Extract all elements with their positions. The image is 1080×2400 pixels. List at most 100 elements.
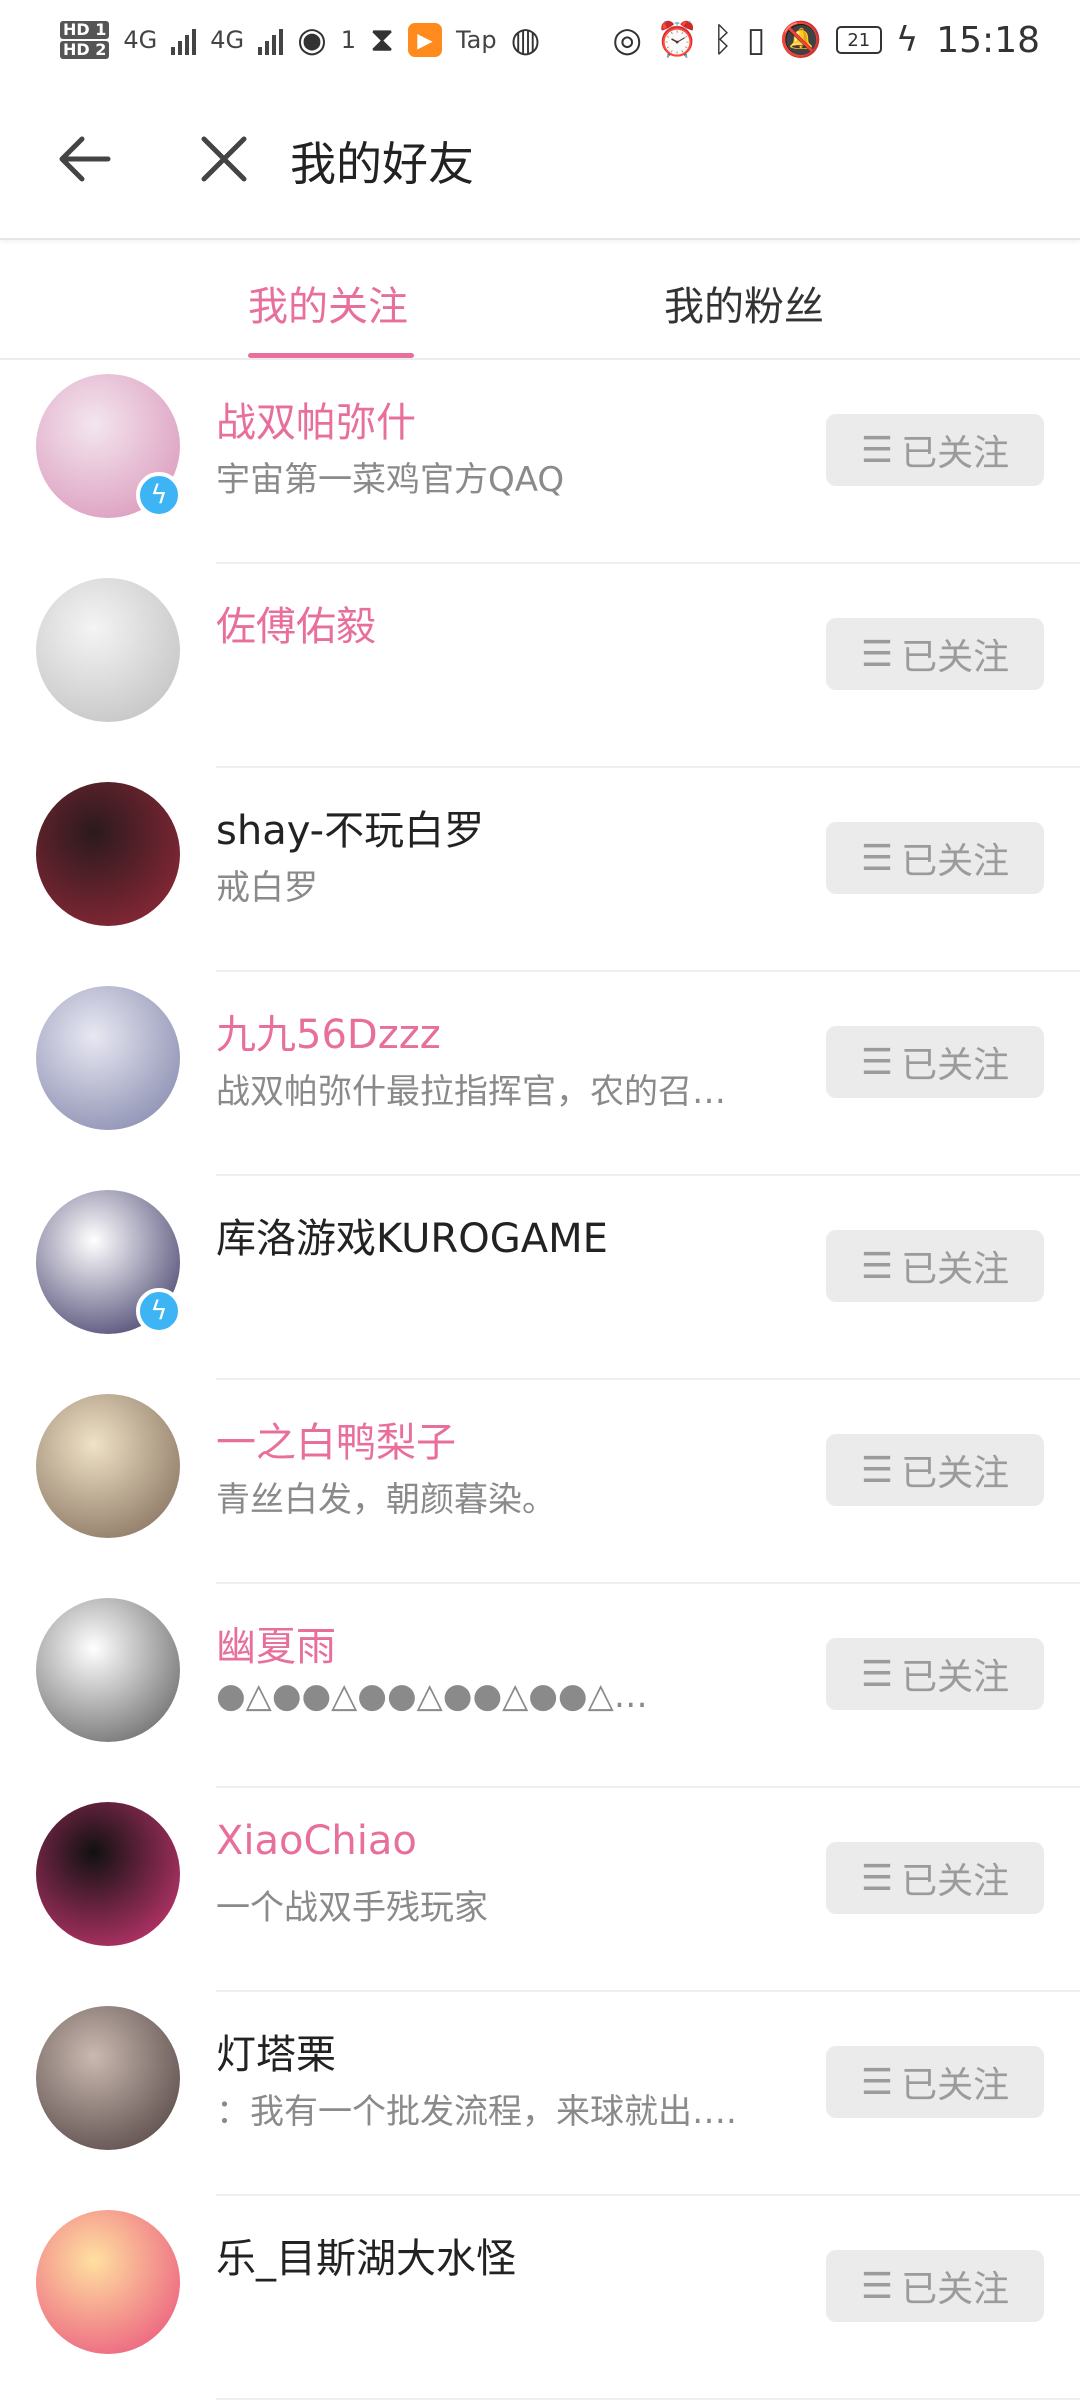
network-type-2: 4G — [210, 26, 245, 54]
following-label: 已关注 — [901, 1453, 1010, 1494]
following-button[interactable]: ☰ 已关注 — [826, 1026, 1044, 1098]
avatar[interactable] — [36, 1394, 180, 1538]
menu-lines-icon: ☰ — [860, 633, 894, 675]
friend-bio: 宇宙第一菜鸡官方QAQ — [216, 460, 565, 500]
friend-bio: 戒白罗 — [216, 868, 318, 908]
vibrate-icon: ▯ — [746, 20, 766, 60]
back-arrow-icon — [59, 136, 111, 182]
mute-icon: 🔕 — [779, 20, 822, 60]
tab-bar: 我的关注 我的粉丝 — [0, 240, 1080, 360]
active-tab-indicator — [248, 353, 414, 358]
tap-label: Tap — [455, 26, 497, 54]
signal-icon — [171, 25, 197, 55]
friend-row[interactable]: ϟ 库洛游戏KUROGAME ☰ 已关注 — [0, 1176, 1080, 1380]
battery-icon: 21 — [835, 26, 882, 54]
friend-list: ϟ 战双帕弥什 宇宙第一菜鸡官方QAQ ☰ 已关注 佐傅佑毅 ☰ 已关注 shay-不玩白罗 戒白… — [0, 360, 1080, 2400]
status-left: HD 1 HD 2 4G 4G ◉ 1 ⧗ ▶ Tap ◍ — [60, 20, 540, 60]
avatar[interactable] — [36, 986, 180, 1130]
friend-name[interactable]: shay-不玩白罗 — [216, 798, 484, 856]
avatar[interactable] — [36, 1598, 180, 1742]
friend-row[interactable]: 灯塔栗 ：我有一个批发流程，来球就出…. ☰ 已关注 — [0, 1992, 1080, 2196]
app-header: 我的好友 — [0, 80, 1080, 240]
friend-row[interactable]: shay-不玩白罗戒白罗 ☰ 已关注 — [0, 768, 1080, 972]
signal-icon-2 — [258, 25, 284, 55]
clock: 15:18 — [936, 19, 1040, 61]
friend-name[interactable]: 灯塔栗 — [216, 2022, 336, 2080]
hourglass-icon: ⧗ — [370, 20, 394, 60]
hd1-badge: HD 1 — [60, 21, 110, 39]
following-label: 已关注 — [901, 2269, 1010, 2310]
charging-icon: ϟ — [895, 20, 919, 60]
back-button[interactable] — [54, 122, 118, 196]
friend-bio: ●△●●△●●△●●△●●△… — [216, 1676, 648, 1716]
following-label: 已关注 — [901, 1861, 1010, 1902]
page-title: 我的好友 — [290, 137, 474, 191]
friend-name[interactable]: 战双帕弥什 — [216, 390, 416, 448]
following-button[interactable]: ☰ 已关注 — [826, 2046, 1044, 2118]
following-button[interactable]: ☰ 已关注 — [826, 2250, 1044, 2322]
friend-name[interactable]: 一之白鸭梨子 — [216, 1410, 456, 1468]
friend-name[interactable]: 库洛游戏KUROGAME — [216, 1206, 608, 1264]
friend-row[interactable]: ϟ 战双帕弥什宇宙第一菜鸡官方QAQ ☰ 已关注 — [0, 360, 1080, 564]
friend-bio: 一个战双手残玩家 — [216, 1888, 488, 1928]
following-label: 已关注 — [901, 1249, 1010, 1290]
friend-row[interactable]: 佐傅佑毅 ☰ 已关注 — [0, 564, 1080, 768]
avatar[interactable] — [36, 578, 180, 722]
hotspot-icon: ◉ — [297, 20, 327, 60]
avatar[interactable] — [36, 782, 180, 926]
close-icon — [201, 136, 247, 182]
following-button[interactable]: ☰ 已关注 — [826, 1842, 1044, 1914]
friend-name[interactable]: 幽夏雨 — [216, 1614, 336, 1672]
following-label: 已关注 — [901, 637, 1010, 678]
friend-name[interactable]: XiaoChiao — [216, 1818, 417, 1864]
following-button[interactable]: ☰ 已关注 — [826, 414, 1044, 486]
friend-row[interactable]: 幽夏雨 ●△●●△●●△●●△●●△… ☰ 已关注 — [0, 1584, 1080, 1788]
verified-badge-icon: ϟ — [136, 1288, 182, 1334]
app-notification-icon: ▶ — [407, 23, 442, 57]
menu-lines-icon: ☰ — [860, 2061, 894, 2103]
friend-name[interactable]: 九九56Dzzz — [216, 1002, 441, 1060]
status-bar: HD 1 HD 2 4G 4G ◉ 1 ⧗ ▶ Tap ◍ ◎ ⏰ ᛒ ▯ 🔕 … — [0, 0, 1080, 80]
following-label: 已关注 — [901, 2065, 1010, 2106]
following-button[interactable]: ☰ 已关注 — [826, 1230, 1044, 1302]
following-button[interactable]: ☰ 已关注 — [826, 822, 1044, 894]
menu-lines-icon: ☰ — [860, 1449, 894, 1491]
friend-bio: 青丝白发，朝颜暮染。 — [216, 1480, 556, 1520]
hd2-badge: HD 2 — [60, 41, 110, 59]
following-label: 已关注 — [901, 841, 1010, 882]
friend-row[interactable]: 一之白鸭梨子青丝白发，朝颜暮染。 ☰ 已关注 — [0, 1380, 1080, 1584]
close-button[interactable] — [192, 122, 256, 196]
menu-lines-icon: ☰ — [860, 1041, 894, 1083]
menu-lines-icon: ☰ — [860, 1653, 894, 1695]
verified-badge-icon: ϟ — [136, 472, 182, 518]
friend-row[interactable]: 乐_目斯湖大水怪 ☰ 已关注 — [0, 2196, 1080, 2400]
bluetooth-icon: ᛒ — [712, 20, 733, 60]
following-label: 已关注 — [901, 1657, 1010, 1698]
following-label: 已关注 — [901, 433, 1010, 474]
friend-name[interactable]: 佐傅佑毅 — [216, 594, 376, 652]
hotspot-count: 1 — [340, 26, 357, 54]
tab-fans[interactable]: 我的粉丝 — [664, 274, 824, 332]
avatar[interactable] — [36, 1802, 180, 1946]
alarm-icon: ⏰ — [656, 20, 699, 60]
friend-name[interactable]: 乐_目斯湖大水怪 — [216, 2226, 516, 2284]
friend-row[interactable]: XiaoChiao 一个战双手残玩家 ☰ 已关注 — [0, 1788, 1080, 1992]
menu-lines-icon: ☰ — [860, 429, 894, 471]
following-button[interactable]: ☰ 已关注 — [826, 1434, 1044, 1506]
status-right: ◎ ⏰ ᛒ ▯ 🔕 21 ϟ 15:18 — [612, 20, 1040, 61]
hd-indicators: HD 1 HD 2 — [60, 20, 110, 60]
eye-icon: ◎ — [612, 20, 642, 60]
avatar[interactable] — [36, 2210, 180, 2354]
globe-icon: ◍ — [510, 20, 541, 60]
menu-lines-icon: ☰ — [860, 1245, 894, 1287]
following-button[interactable]: ☰ 已关注 — [826, 618, 1044, 690]
menu-lines-icon: ☰ — [860, 1857, 894, 1899]
friend-bio: ：我有一个批发流程，来球就出…. — [216, 2092, 737, 2132]
following-button[interactable]: ☰ 已关注 — [826, 1638, 1044, 1710]
avatar[interactable] — [36, 2006, 180, 2150]
network-type-1: 4G — [123, 26, 158, 54]
tab-following[interactable]: 我的关注 — [248, 274, 408, 332]
menu-lines-icon: ☰ — [860, 837, 894, 879]
friend-bio: 战双帕弥什最拉指挥官，农的召… — [216, 1072, 726, 1112]
friend-row[interactable]: 九九56Dzzz 战双帕弥什最拉指挥官，农的召… ☰ 已关注 — [0, 972, 1080, 1176]
